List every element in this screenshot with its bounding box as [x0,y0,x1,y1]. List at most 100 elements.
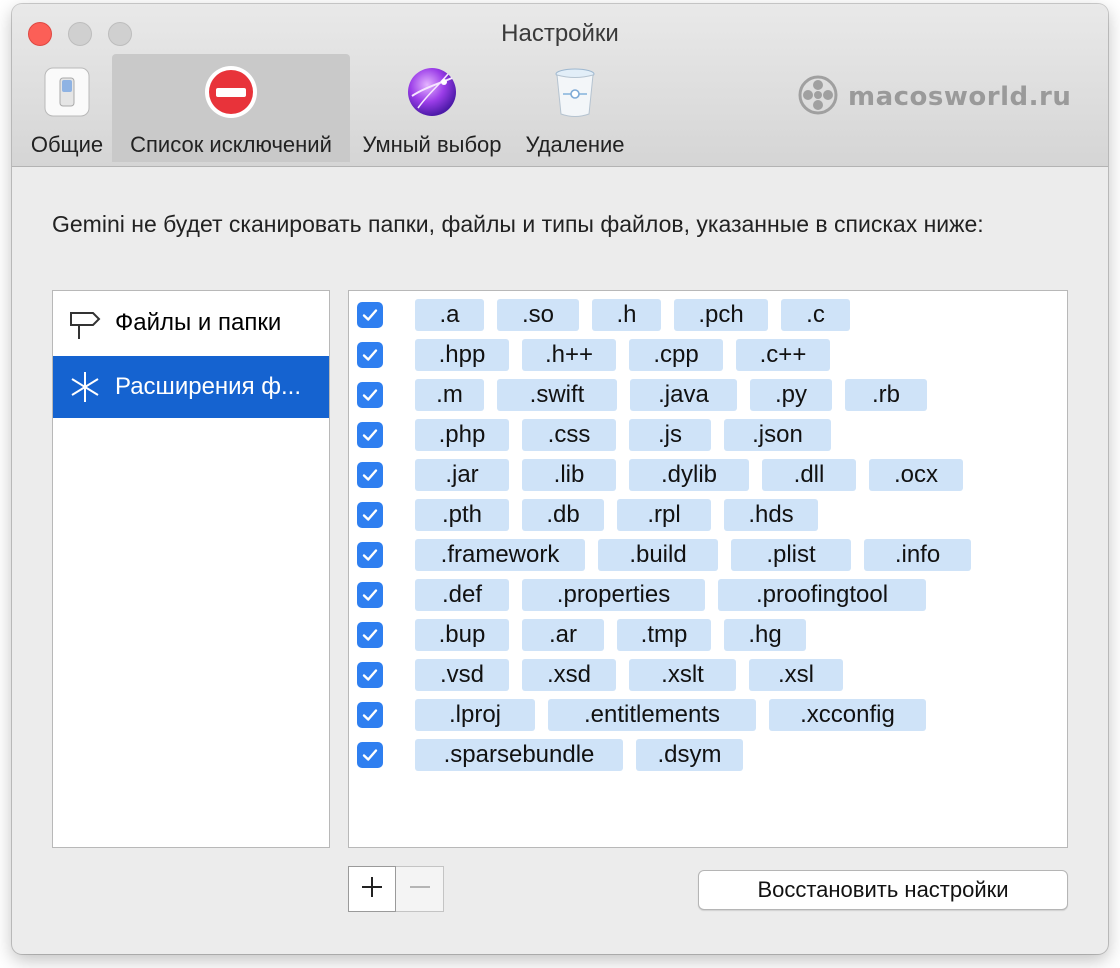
tab-label: Умный выбор [362,132,502,157]
extension-token[interactable]: .hds [724,499,818,531]
preferences-window: Настройки Общие Список исключений Умный … [12,4,1108,954]
extension-row: .a .so .h .pch .c [355,297,1055,333]
extension-token[interactable]: .rb [845,379,927,411]
remove-button[interactable] [396,866,444,912]
extension-row: .bup .ar .tmp .hg [355,617,1055,653]
extension-token[interactable]: .js [629,419,711,451]
extension-token[interactable]: .java [630,379,737,411]
checkmark-icon [362,469,378,481]
trash-icon [547,64,603,120]
minus-icon [408,875,432,904]
tab-smart-select[interactable]: Умный выбор [356,54,508,162]
extension-token[interactable]: .lib [522,459,616,491]
row-checkbox[interactable] [357,382,383,408]
no-entry-icon [203,64,259,120]
tab-exclusion-list[interactable]: Список исключений [112,54,350,162]
signpost-icon [67,305,103,341]
extension-token[interactable]: .entitlements [548,699,756,731]
extension-token[interactable]: .a [415,299,484,331]
extension-token[interactable]: .rpl [617,499,711,531]
extension-token[interactable]: .plist [731,539,851,571]
extension-token[interactable]: .pth [415,499,509,531]
extension-token[interactable]: .xslt [629,659,736,691]
checkmark-icon [362,309,378,321]
extension-token[interactable]: .dsym [636,739,743,771]
extensions-list[interactable]: .a .so .h .pch .c .hpp .h++ .cpp .c++ .m .swift .ja… [348,290,1068,848]
category-list[interactable]: Файлы и папки Расширения ф... [52,290,330,848]
extension-row: .lproj .entitlements .xcconfig [355,697,1055,733]
extension-token[interactable]: .def [415,579,509,611]
extension-row: .def .properties .proofingtool [355,577,1055,613]
row-checkbox[interactable] [357,742,383,768]
row-checkbox[interactable] [357,422,383,448]
extension-token[interactable]: .css [522,419,616,451]
extension-token[interactable]: .dylib [629,459,749,491]
checkmark-icon [362,509,378,521]
row-checkbox[interactable] [357,302,383,328]
sidebar-item-files-folders[interactable]: Файлы и папки [53,292,329,354]
extension-token[interactable]: .xsl [749,659,843,691]
extension-token[interactable]: .json [724,419,831,451]
extension-token[interactable]: .xcconfig [769,699,926,731]
checkmark-icon [362,629,378,641]
tab-label: Удаление [525,132,625,157]
extension-token[interactable]: .info [864,539,971,571]
extension-token[interactable]: .proofingtool [718,579,926,611]
row-checkbox[interactable] [357,462,383,488]
tab-general[interactable]: Общие [22,54,112,162]
plus-icon [360,875,384,904]
row-checkbox[interactable] [357,702,383,728]
extension-token[interactable]: .swift [497,379,617,411]
extension-row: .framework .build .plist .info [355,537,1055,573]
row-checkbox[interactable] [357,342,383,368]
window-title: Настройки [501,20,619,47]
extension-token[interactable]: .py [750,379,832,411]
row-checkbox[interactable] [357,622,383,648]
row-checkbox[interactable] [357,582,383,608]
extension-row: .sparsebundle .dsym [355,737,1055,773]
sidebar-item-label: Расширения ф... [115,373,301,400]
switch-icon [39,64,95,120]
extension-token[interactable]: .vsd [415,659,509,691]
extension-token[interactable]: .tmp [617,619,711,651]
extension-token[interactable]: .xsd [522,659,616,691]
extension-token[interactable]: .c [781,299,850,331]
extension-token[interactable]: .build [598,539,718,571]
extension-token[interactable]: .jar [415,459,509,491]
row-checkbox[interactable] [357,542,383,568]
reel-icon [798,75,838,120]
brand-text: macosworld.ru [848,82,1072,112]
sphere-icon [404,64,460,120]
row-checkbox[interactable] [357,662,383,688]
extension-token[interactable]: .h [592,299,661,331]
extension-token[interactable]: .hpp [415,339,509,371]
extension-token[interactable]: .framework [415,539,585,571]
extension-token[interactable]: .so [497,299,579,331]
extension-token[interactable]: .ocx [869,459,963,491]
extension-token[interactable]: .bup [415,619,509,651]
extension-token[interactable]: .sparsebundle [415,739,623,771]
extension-token[interactable]: .properties [522,579,705,611]
extension-token[interactable]: .lproj [415,699,535,731]
extension-token[interactable]: .cpp [629,339,723,371]
extension-token[interactable]: .hg [724,619,806,651]
sidebar-item-extensions[interactable]: Расширения ф... [53,356,329,418]
extension-token[interactable]: .pch [674,299,768,331]
extension-row: .hpp .h++ .cpp .c++ [355,337,1055,373]
extension-row: .jar .lib .dylib .dll .ocx [355,457,1055,493]
extension-token[interactable]: .ar [522,619,604,651]
extension-row: .php .css .js .json [355,417,1055,453]
extension-token[interactable]: .php [415,419,509,451]
row-checkbox[interactable] [357,502,383,528]
extension-token[interactable]: .h++ [522,339,616,371]
extension-token[interactable]: .db [522,499,604,531]
sidebar-item-label: Файлы и папки [115,309,282,336]
extension-token[interactable]: .c++ [736,339,830,371]
tab-deletion[interactable]: Удаление [518,54,632,162]
restore-defaults-button[interactable]: Восстановить настройки [698,870,1068,910]
extension-token[interactable]: .m [415,379,484,411]
description-text: Gemini не будет сканировать папки, файлы… [52,211,984,237]
extension-token[interactable]: .dll [762,459,856,491]
add-button[interactable] [348,866,396,912]
tab-label: Список исключений [130,132,332,157]
